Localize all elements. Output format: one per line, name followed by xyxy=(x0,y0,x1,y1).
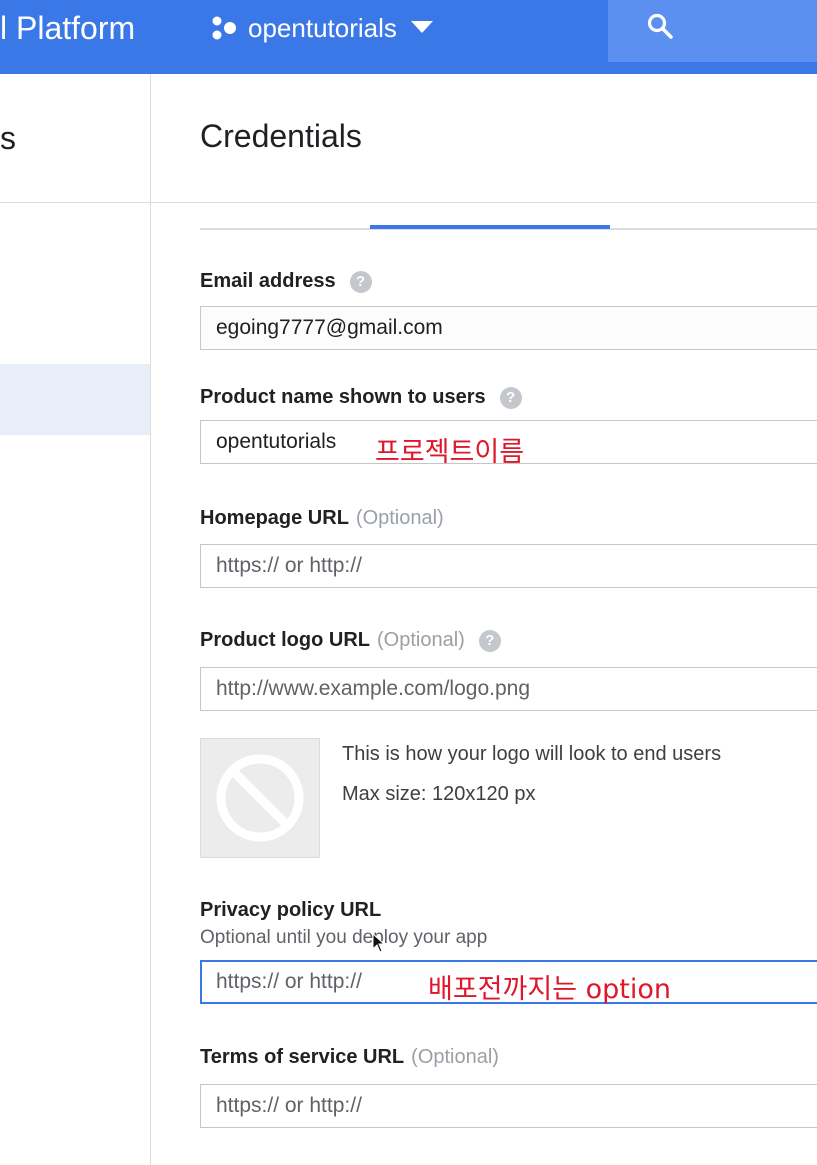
help-icon[interactable]: ? xyxy=(349,270,372,293)
optional-tag: (Optional) xyxy=(355,507,444,529)
active-tab-indicator[interactable] xyxy=(370,225,610,229)
homepage-label-text: Homepage URL xyxy=(200,507,349,529)
homepage-url-field[interactable]: https:// or http:// xyxy=(200,544,817,588)
sidebar-title: s xyxy=(0,120,16,156)
privacy-label: Privacy policy URL xyxy=(200,899,381,922)
sidebar-divider xyxy=(0,202,150,203)
terms-label-text: Terms of service URL xyxy=(200,1046,405,1068)
search-icon xyxy=(647,13,673,39)
no-image-icon xyxy=(216,754,304,842)
help-icon[interactable]: ? xyxy=(478,629,501,652)
sidebar: s xyxy=(0,74,151,1165)
logo-label-text: Product logo URL xyxy=(200,629,370,651)
handwritten-annotation-product-name: 프로젝트이름 xyxy=(375,437,525,468)
page-title: Credentials xyxy=(200,118,362,154)
project-name: opentutorials xyxy=(248,12,397,43)
optional-tag: (Optional) xyxy=(411,1046,499,1068)
terms-url-field[interactable]: https:// or http:// xyxy=(200,1084,817,1128)
product-name-label-text: Product name shown to users xyxy=(200,386,486,408)
logo-label: Product logo URL (Optional) ? xyxy=(200,629,501,652)
product-name-label: Product name shown to users ? xyxy=(200,386,522,409)
tab-bar xyxy=(200,225,817,230)
email-field[interactable]: egoing7777@gmail.com xyxy=(200,306,817,350)
handwritten-annotation-privacy: 배포전까지는 option xyxy=(428,974,671,1005)
top-bar: l Platform opentutorials xyxy=(0,0,817,74)
email-label-text: Email address xyxy=(200,270,336,292)
logo-max-size-text: Max size: 120x120 px xyxy=(342,783,536,805)
help-icon[interactable]: ? xyxy=(499,386,522,409)
terms-label: Terms of service URL (Optional) xyxy=(200,1046,499,1069)
logo-preview-text: This is how your logo will look to end u… xyxy=(342,743,722,765)
mouse-cursor-icon xyxy=(372,933,386,953)
header-divider xyxy=(151,202,817,203)
optional-tag: (Optional) xyxy=(376,629,465,651)
project-selector[interactable]: opentutorials xyxy=(208,12,433,44)
caret-down-icon xyxy=(410,21,433,33)
email-label: Email address ? xyxy=(200,270,372,293)
privacy-label-text: Privacy policy URL xyxy=(200,899,382,921)
project-dots-icon xyxy=(212,16,236,40)
search-box[interactable] xyxy=(608,0,817,62)
sidebar-item-credentials[interactable] xyxy=(0,364,150,435)
logo-url-field[interactable]: http://www.example.com/logo.png xyxy=(200,667,817,711)
homepage-label: Homepage URL (Optional) xyxy=(200,507,444,530)
brand-title[interactable]: l Platform xyxy=(0,10,135,46)
logo-preview xyxy=(200,738,320,858)
privacy-hint: Optional until you deploy your app xyxy=(200,927,488,948)
